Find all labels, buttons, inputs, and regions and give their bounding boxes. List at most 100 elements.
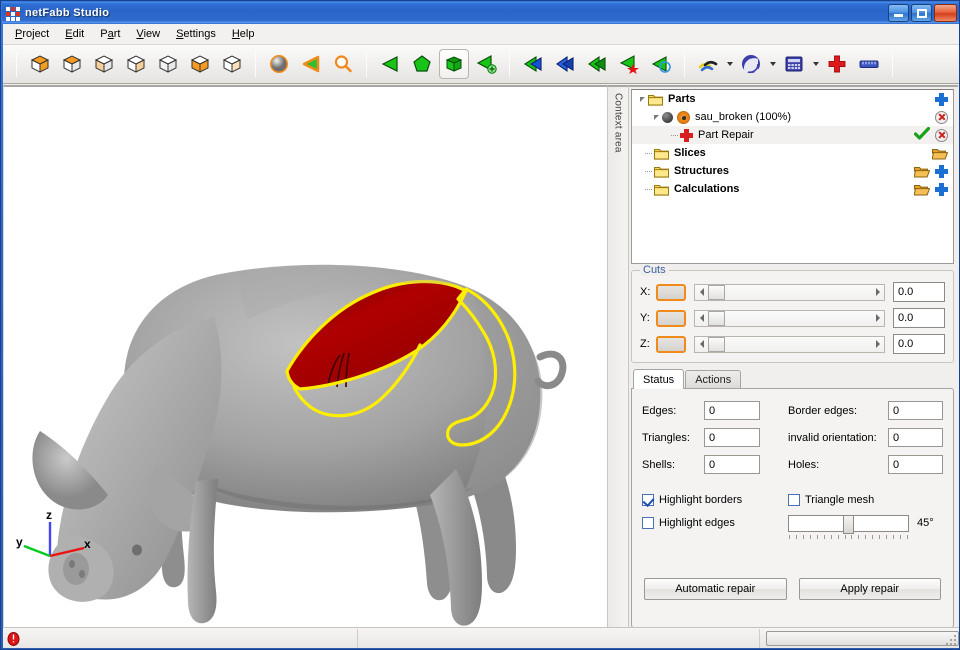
slider-thumb[interactable] xyxy=(708,337,725,352)
tab-status[interactable]: Status xyxy=(633,369,684,389)
cube-top-icon[interactable] xyxy=(57,49,87,79)
sphere-dropdown-arrow-icon[interactable] xyxy=(767,50,778,78)
ruler-icon[interactable] xyxy=(854,49,884,79)
holes-value[interactable]: 0 xyxy=(888,455,943,474)
red-status-icon[interactable] xyxy=(7,631,20,646)
checkbox-box[interactable] xyxy=(788,494,800,506)
slider-left-arrow-icon[interactable] xyxy=(695,285,708,300)
menu-settings[interactable]: Settings xyxy=(168,26,224,42)
menu-edit[interactable]: Edit xyxy=(57,26,92,42)
cut-z-color-button[interactable] xyxy=(656,336,686,353)
menu-help[interactable]: Help xyxy=(224,26,263,42)
green-triangle-blue-icon[interactable] xyxy=(518,49,548,79)
cut-x-value[interactable]: 0.0 xyxy=(893,282,945,302)
green-triangle-circle-icon[interactable] xyxy=(646,49,676,79)
cube-right-icon[interactable] xyxy=(153,49,183,79)
border-edges-value[interactable]: 0 xyxy=(888,401,943,420)
tab-actions[interactable]: Actions xyxy=(685,370,741,389)
cut-y-slider[interactable] xyxy=(694,310,885,327)
cube-bottom-icon[interactable] xyxy=(89,49,119,79)
tree-row[interactable]: Parts xyxy=(632,90,953,108)
project-tree[interactable]: Parts sau_broken (100%) xyxy=(631,89,954,264)
expander-icon[interactable] xyxy=(650,115,662,120)
angle-slider-thumb[interactable] xyxy=(843,515,854,534)
triangles-value[interactable]: 0 xyxy=(704,428,760,447)
folder-open-icon[interactable] xyxy=(914,165,930,178)
tree-row[interactable]: Structures xyxy=(632,162,953,180)
close-button[interactable] xyxy=(934,4,957,22)
cut-x-color-button[interactable] xyxy=(656,284,686,301)
tree-row[interactable]: Slices xyxy=(632,144,953,162)
orange-triangle-icon[interactable] xyxy=(296,49,326,79)
edges-value[interactable]: 0 xyxy=(704,401,760,420)
blue-triangle-icon[interactable] xyxy=(550,49,580,79)
folder-open-icon[interactable] xyxy=(932,147,948,160)
slider-left-arrow-icon[interactable] xyxy=(695,311,708,326)
automatic-repair-button[interactable]: Automatic repair xyxy=(644,578,787,600)
plus-icon[interactable] xyxy=(935,183,948,196)
cube-left-icon[interactable] xyxy=(121,49,151,79)
checkbox-box[interactable] xyxy=(642,494,654,506)
green-triangle-star-icon[interactable] xyxy=(614,49,644,79)
bones-measure-icon[interactable] xyxy=(693,49,723,79)
calculator-dropdown-arrow-icon[interactable] xyxy=(810,50,821,78)
expander-icon[interactable] xyxy=(636,97,648,102)
cut-y-color-button[interactable] xyxy=(656,310,686,327)
sphere-shading-icon[interactable] xyxy=(264,49,294,79)
3d-viewport[interactable]: z x y xyxy=(3,85,607,628)
slider-right-arrow-icon[interactable] xyxy=(871,337,884,352)
tree-row[interactable]: sau_broken (100%) xyxy=(632,108,953,126)
x-circle-icon[interactable] xyxy=(935,129,948,142)
zoom-magnifier-icon[interactable] xyxy=(328,49,358,79)
green-triangle-add-icon[interactable] xyxy=(471,49,501,79)
slider-left-arrow-icon[interactable] xyxy=(695,337,708,352)
tree-label: Structures xyxy=(674,165,729,177)
sphere-cut-icon[interactable] xyxy=(736,49,766,79)
visibility-eye-icon[interactable] xyxy=(677,111,690,124)
slider-track[interactable] xyxy=(725,337,871,352)
cube-back-icon[interactable] xyxy=(217,49,247,79)
red-cross-repair-icon[interactable] xyxy=(822,49,852,79)
checkbox-box[interactable] xyxy=(642,517,654,529)
minimize-button[interactable] xyxy=(888,4,909,22)
bones-dropdown-arrow-icon[interactable] xyxy=(724,50,735,78)
slider-right-arrow-icon[interactable] xyxy=(871,285,884,300)
tree-row[interactable]: Part Repair xyxy=(632,126,953,144)
angle-slider[interactable] xyxy=(788,515,909,532)
slider-thumb[interactable] xyxy=(708,311,725,326)
green-triangle-icon[interactable] xyxy=(375,49,405,79)
plus-icon[interactable] xyxy=(935,165,948,178)
slider-track[interactable] xyxy=(725,285,871,300)
tree-row[interactable]: Calculations xyxy=(632,180,953,198)
slider-right-arrow-icon[interactable] xyxy=(871,311,884,326)
menu-project[interactable]: Project xyxy=(7,26,57,42)
resize-grip[interactable] xyxy=(943,632,957,646)
cut-y-value[interactable]: 0.0 xyxy=(893,308,945,328)
green-solid-cube-icon[interactable] xyxy=(439,49,469,79)
cut-z-slider[interactable] xyxy=(694,336,885,353)
menu-view[interactable]: View xyxy=(128,26,168,42)
slider-track[interactable] xyxy=(725,311,871,326)
cube-front-icon[interactable] xyxy=(185,49,215,79)
green-check-icon[interactable] xyxy=(914,127,930,143)
cut-z-value[interactable]: 0.0 xyxy=(893,334,945,354)
slider-thumb[interactable] xyxy=(708,285,725,300)
apply-repair-button[interactable]: Apply repair xyxy=(799,578,942,600)
highlight-edges-checkbox[interactable]: Highlight edges xyxy=(642,517,788,529)
x-circle-icon[interactable] xyxy=(935,111,948,124)
triangle-mesh-checkbox[interactable]: Triangle mesh xyxy=(788,494,943,506)
green-polygon-icon[interactable] xyxy=(407,49,437,79)
calculator-icon[interactable] xyxy=(779,49,809,79)
cube-top-front-icon[interactable] xyxy=(25,49,55,79)
plus-icon[interactable] xyxy=(935,93,948,106)
shells-value[interactable]: 0 xyxy=(704,455,760,474)
menu-part[interactable]: Part xyxy=(92,26,128,42)
cut-x-slider[interactable] xyxy=(694,284,885,301)
folder-open-icon[interactable] xyxy=(914,183,930,196)
maximize-button[interactable] xyxy=(911,4,932,22)
highlight-borders-checkbox[interactable]: Highlight borders xyxy=(642,494,788,506)
context-area-strip[interactable]: Context area xyxy=(607,85,629,628)
invalid-orientation-value[interactable]: 0 xyxy=(888,428,943,447)
green-triangle-shadow-icon[interactable] xyxy=(582,49,612,79)
tree-label: Parts xyxy=(668,93,696,105)
